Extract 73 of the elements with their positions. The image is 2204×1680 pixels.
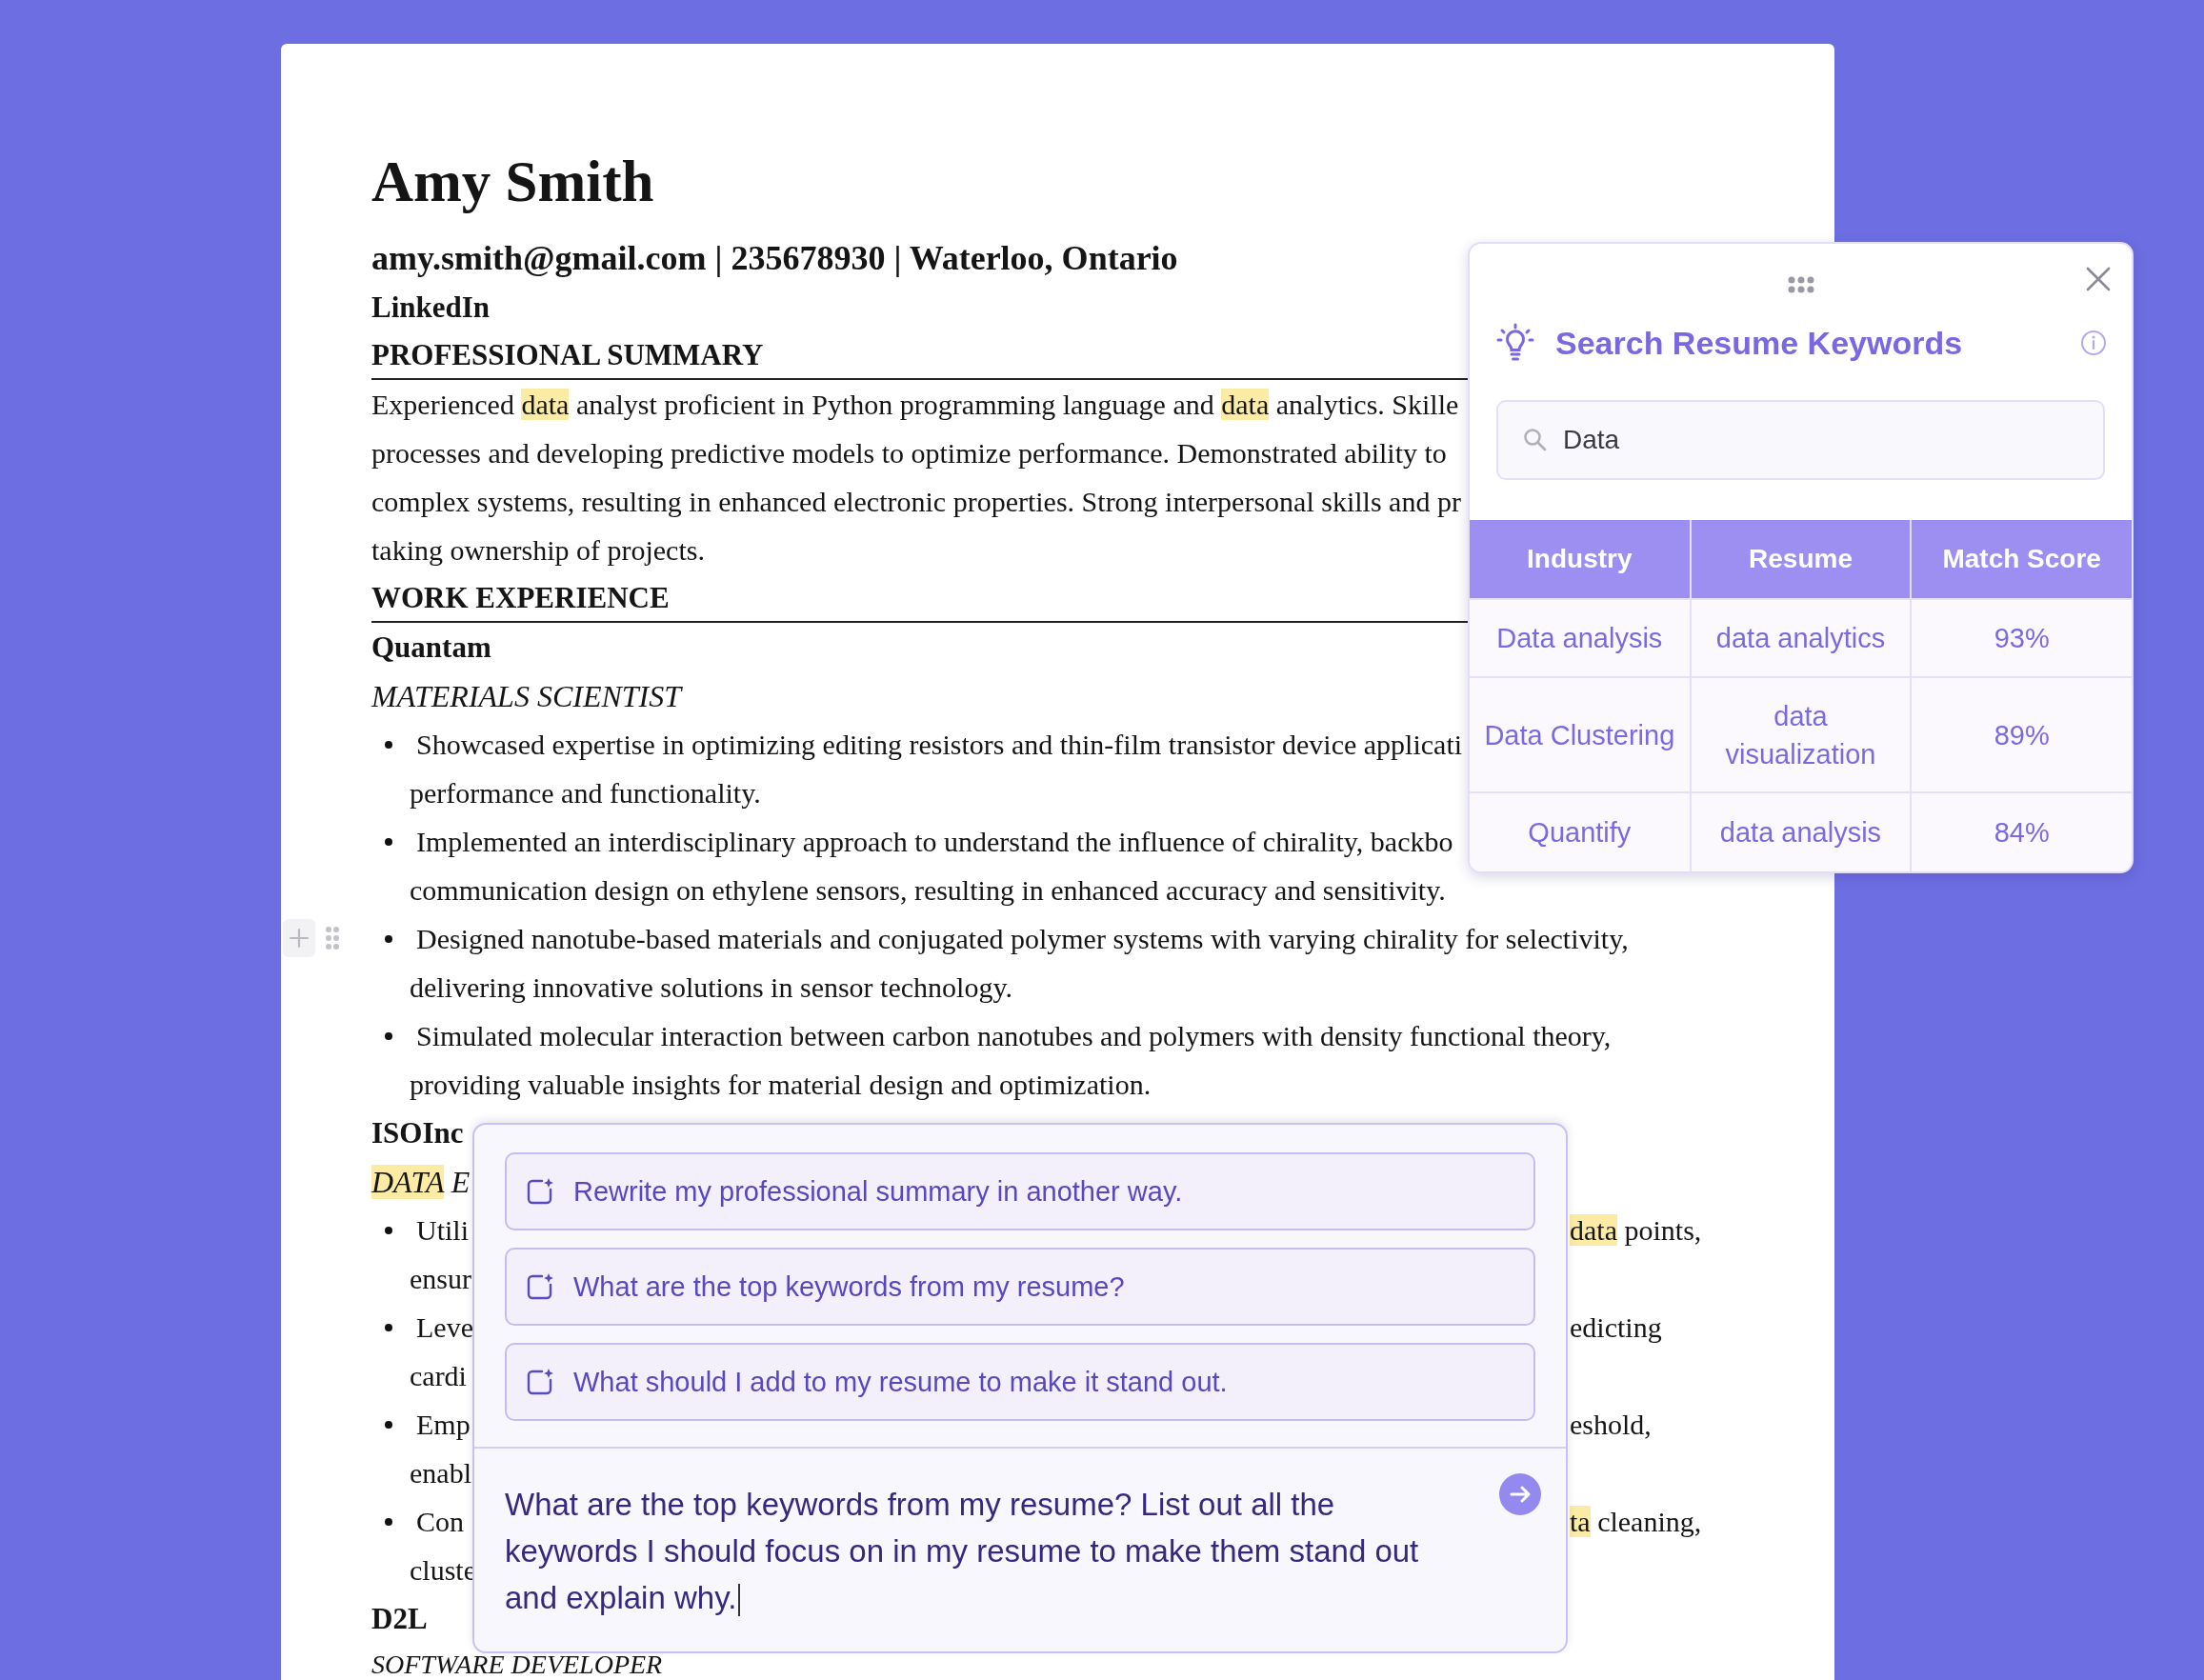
bullet-text: communication design on ethylene sensors, resulting in enhanced accuracy and sensitivity. bbox=[410, 873, 1446, 907]
table-cell: 84% bbox=[1911, 792, 2132, 871]
section-heading: PROFESSIONAL SUMMARY bbox=[371, 337, 764, 372]
table-cell: data analysis bbox=[1690, 792, 1912, 871]
info-icon[interactable] bbox=[2080, 330, 2107, 356]
bullet-text: Designed nanotube-based materials and conjugated polymer systems with varying chirality for selectivity, bbox=[416, 922, 1629, 955]
bullet-text: cardi bbox=[410, 1359, 467, 1392]
bullet-dot bbox=[385, 837, 392, 846]
search-icon bbox=[1523, 428, 1548, 452]
bullet-text: Showcased expertise in optimizing editing resistors and thin-film transistor device applicati bbox=[416, 728, 1463, 761]
bullet-text: data points, bbox=[1570, 1213, 1702, 1247]
bullet-text: eshold, bbox=[1570, 1408, 1652, 1441]
bullet-dot bbox=[385, 1031, 392, 1040]
table-cell: 89% bbox=[1911, 677, 2132, 792]
contact-line: amy.smith@gmail.com | 235678930 | Waterloo, Ontario bbox=[371, 238, 1178, 278]
bullet-text: Utili bbox=[416, 1213, 469, 1247]
bullet-text: enabl bbox=[410, 1456, 471, 1490]
search-field[interactable]: Data bbox=[1496, 400, 2105, 480]
panel-title: Search Resume Keywords bbox=[1555, 324, 1964, 362]
table-cell: Data Clustering bbox=[1470, 677, 1691, 792]
suggestion-button[interactable]: Rewrite my professional summary in another way. bbox=[505, 1152, 1535, 1230]
column-header: Match Score bbox=[1911, 520, 2132, 599]
bullet-dot bbox=[385, 1226, 392, 1234]
drag-handle-icon[interactable] bbox=[325, 926, 340, 950]
linkedin-text: LinkedIn bbox=[371, 290, 491, 325]
bullet-text: ensur bbox=[410, 1262, 471, 1295]
bullet-dot bbox=[385, 740, 392, 749]
bullet-text: ta cleaning, bbox=[1570, 1505, 1702, 1538]
bullet-text: providing valuable insights for material design and optimization. bbox=[410, 1068, 1152, 1101]
bullet-dot bbox=[385, 934, 392, 943]
bullet-text: Simulated molecular interaction between carbon nanotubes and polymers with density functional theory, bbox=[416, 1019, 1612, 1052]
company-name: ISOInc bbox=[371, 1115, 464, 1150]
resume-name: Amy Smith bbox=[371, 148, 654, 215]
company-name: D2L bbox=[371, 1601, 428, 1636]
summary-text: taking ownership of projects. bbox=[371, 533, 705, 567]
summary-text: complex systems, resulting in enhanced electronic properties. Strong interpersonal skills and pr bbox=[371, 485, 1461, 518]
message-field[interactable]: What are the top keywords from my resume? List out all the keywords I should focus on in my resume to make them stand out and explain why. bbox=[505, 1481, 1461, 1621]
table-cell: 93% bbox=[1911, 599, 2132, 677]
drag-handle-icon[interactable] bbox=[1787, 276, 1814, 293]
bullet-text: edicting bbox=[1570, 1310, 1662, 1344]
bullet-dot bbox=[385, 1517, 392, 1526]
summary-text: processes and developing predictive models to optimize performance. Demonstrated ability to bbox=[371, 436, 1447, 470]
table-cell: Quantify bbox=[1470, 792, 1691, 871]
bullet-dot bbox=[385, 1323, 392, 1331]
close-icon[interactable] bbox=[2086, 267, 2111, 291]
job-title: SOFTWARE DEVELOPER bbox=[371, 1651, 663, 1678]
text-cursor bbox=[738, 1584, 741, 1617]
section-heading: WORK EXPERIENCE bbox=[371, 580, 670, 615]
bullet-dot bbox=[385, 1420, 392, 1429]
job-title: DATA E bbox=[371, 1166, 471, 1197]
sparkle-icon bbox=[526, 1177, 554, 1206]
bullet-text: Implemented an interdisciplinary approach to understand the influence of chirality, backbo bbox=[416, 825, 1453, 858]
sparkle-icon bbox=[526, 1368, 554, 1396]
job-title: MATERIALS SCIENTIST bbox=[371, 680, 682, 711]
plus-icon bbox=[289, 928, 310, 949]
bullet-text: delivering innovative solutions in sensor technology. bbox=[410, 970, 1012, 1004]
company-name: Quantam bbox=[371, 630, 491, 665]
bullet-text: Emp bbox=[416, 1408, 471, 1441]
bullet-text: Leve bbox=[416, 1310, 473, 1344]
table-cell: data analytics bbox=[1690, 599, 1912, 677]
bullet-text: Con bbox=[416, 1505, 464, 1538]
table-cell: Data analysis bbox=[1470, 599, 1691, 677]
column-header: Resume bbox=[1690, 520, 1912, 599]
column-header: Industry bbox=[1470, 520, 1691, 599]
add-block-button[interactable] bbox=[283, 919, 315, 957]
table-cell: data visualization bbox=[1690, 677, 1912, 792]
send-button[interactable] bbox=[1499, 1473, 1541, 1515]
suggestion-button[interactable]: What should I add to my resume to make it stand out. bbox=[505, 1343, 1535, 1421]
summary-text: Experienced data analyst proficient in Python programming language and data analytics. Skille bbox=[371, 388, 1459, 421]
suggestion-button[interactable]: What are the top keywords from my resume? bbox=[505, 1248, 1535, 1326]
bullet-text: performance and functionality. bbox=[410, 776, 761, 810]
sparkle-icon bbox=[526, 1272, 554, 1301]
lightbulb-icon bbox=[1496, 323, 1534, 363]
